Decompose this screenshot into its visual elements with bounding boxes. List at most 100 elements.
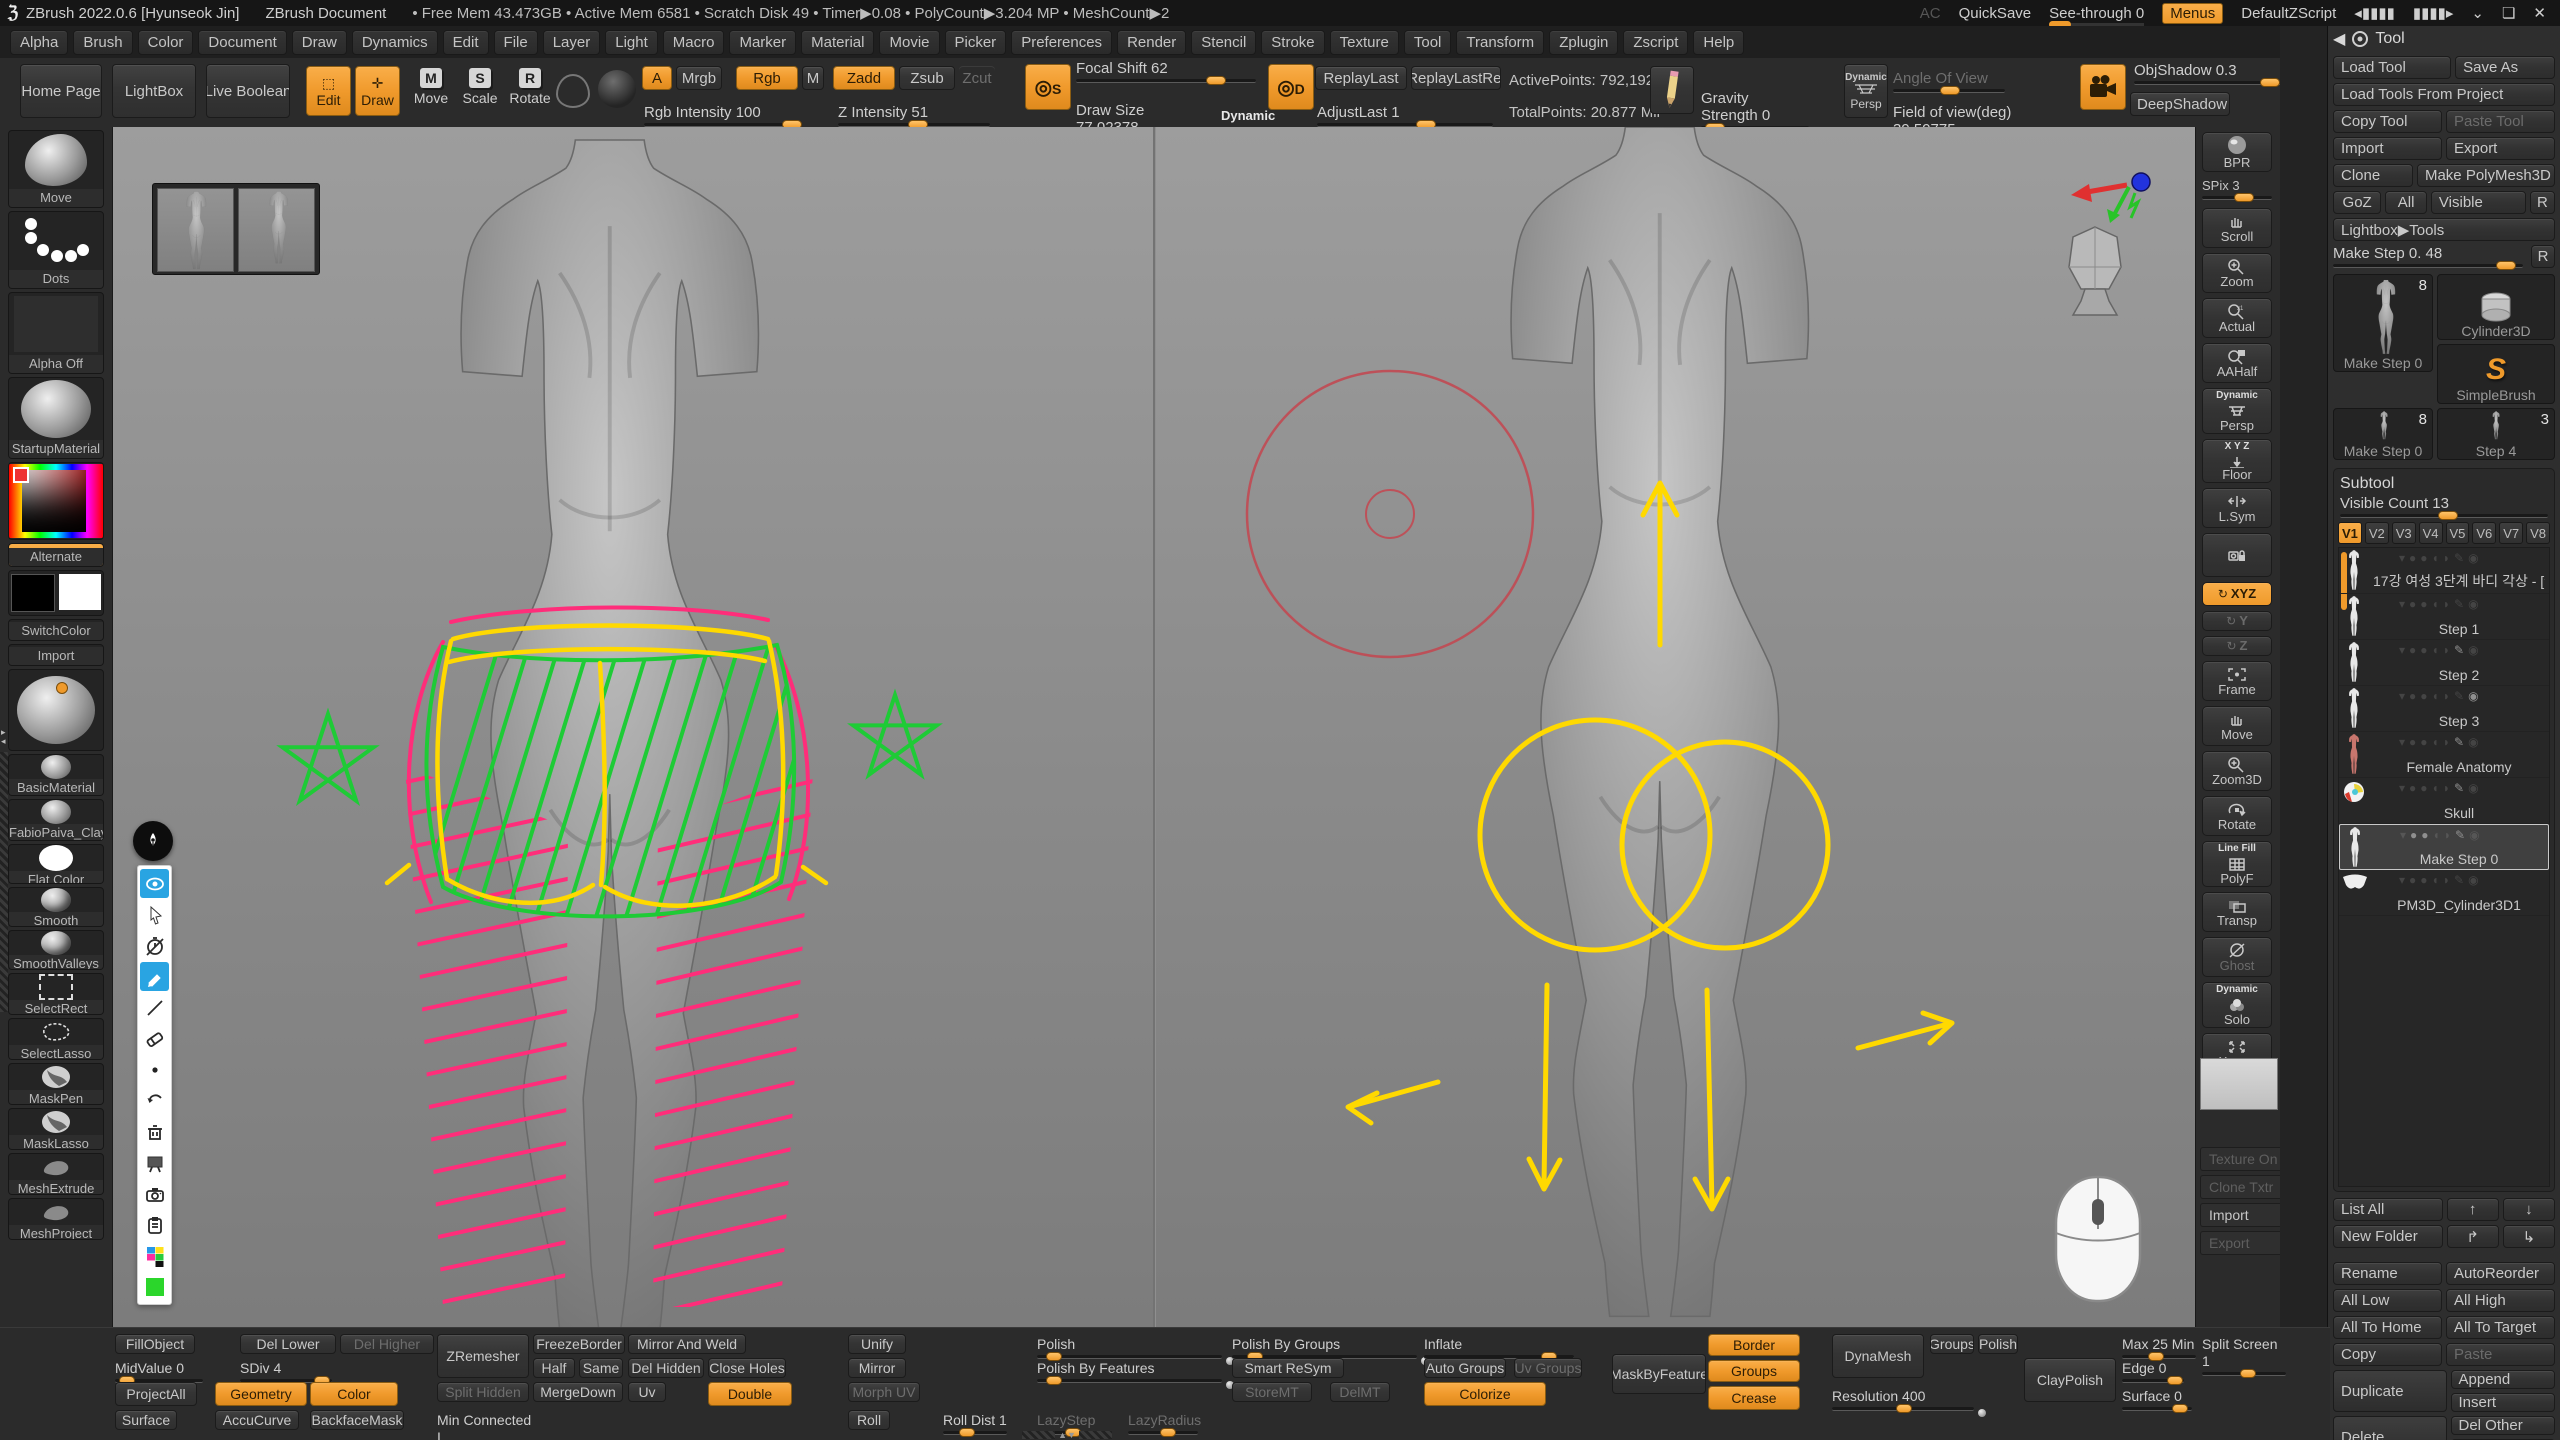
tray-item-move[interactable]: Move	[8, 130, 104, 208]
tray-item-selectlasso[interactable]: SelectLasso	[8, 1018, 104, 1060]
tray-item-picker[interactable]	[8, 462, 104, 540]
bottom-fillobject[interactable]: FillObject	[115, 1334, 195, 1354]
epicpen-cursor-tool[interactable]	[140, 900, 169, 929]
pencil-button[interactable]	[1650, 66, 1694, 114]
insert-button[interactable]: Insert	[2451, 1393, 2556, 1412]
rename-button[interactable]: Rename	[2333, 1262, 2442, 1285]
strip-button-scroll[interactable]: Scroll	[2202, 208, 2272, 248]
obj-shadow-slider[interactable]: ObjShadow 0.3	[2134, 62, 2284, 85]
bottom-half[interactable]: Half	[533, 1358, 575, 1378]
strip-slider-spix-3[interactable]: SPix 3	[2202, 177, 2272, 200]
tray-item-meshextrude[interactable]: MeshExtrude	[8, 1153, 104, 1195]
tray-item-fabiopaiva-clay2[interactable]: FabioPaiva_Clay2	[8, 799, 104, 841]
bottom-storemt[interactable]: StoreMT	[1232, 1382, 1312, 1402]
visible-count-slider[interactable]: Visible Count 13	[2340, 495, 2548, 518]
bottom-lazyradius[interactable]: LazyRadius	[1128, 1412, 1198, 1435]
quicksave-button[interactable]: QuickSave	[1959, 5, 2032, 22]
bottom-midvalue[interactable]: MidValue 0	[115, 1360, 203, 1383]
subtool-item[interactable]: ▾●●◖◗✎◉Step 2	[2339, 640, 2549, 686]
zcut-button[interactable]: Zcut	[959, 66, 995, 90]
bottom-claypolish[interactable]: ClayPolish	[2024, 1358, 2116, 1402]
bottom-projectall[interactable]: ProjectAll	[115, 1382, 197, 1406]
all-high-button[interactable]: All High	[2446, 1289, 2555, 1312]
delete-button[interactable]: Delete	[2333, 1416, 2447, 1440]
bottom-polish-sm[interactable]: Polish	[1978, 1334, 2018, 1354]
menu-movie[interactable]: Movie	[879, 30, 939, 55]
bottom-maskbyfeature[interactable]: MaskByFeature	[1612, 1354, 1706, 1394]
strip-button-aahalf[interactable]: AAHalf	[2202, 343, 2272, 383]
divider-right-icon[interactable]: ▮▮▮▮▸	[2413, 4, 2454, 22]
epicpen-color-tool[interactable]	[140, 1272, 169, 1301]
divider-left-icon[interactable]: ◂▮▮▮▮	[2354, 4, 2395, 22]
epicpen-line-tool[interactable]	[140, 993, 169, 1022]
bottom-surface0[interactable]: Surface 0	[2122, 1388, 2192, 1411]
bottom-edge[interactable]: Edge 0	[2122, 1360, 2184, 1383]
make-step-r-button[interactable]: R	[2531, 245, 2555, 268]
bottom-del-hidden[interactable]: Del Hidden	[628, 1358, 704, 1378]
strip-button-bpr[interactable]: BPR	[2202, 132, 2272, 172]
load-tool-button[interactable]: Load Tool	[2333, 56, 2451, 79]
tray-item-meshproject[interactable]: MeshProject	[8, 1198, 104, 1240]
strip-button-move[interactable]: Move	[2202, 706, 2272, 746]
bottom-uv[interactable]: Uv	[628, 1382, 666, 1402]
subtool-item[interactable]: ▾●●◖◗✎◉Step 3	[2339, 686, 2549, 732]
subtool-down-button[interactable]: ↓	[2503, 1198, 2555, 1221]
tool-item-simplebrush[interactable]: S SimpleBrush	[2437, 344, 2555, 404]
bottom-close-holes[interactable]: Close Holes	[708, 1358, 786, 1378]
navigator-panel[interactable]	[152, 183, 320, 275]
bottom-color[interactable]: Color	[310, 1382, 398, 1406]
gravity-strength-slider[interactable]: Gravity Strength 0	[1701, 90, 1809, 130]
new-folder-button[interactable]: New Folder	[2333, 1225, 2443, 1248]
menus-button[interactable]: Menus	[2162, 3, 2223, 24]
strip-button-frame[interactable]: Frame	[2202, 661, 2272, 701]
strip-button-persp[interactable]: DynamicPersp	[2202, 388, 2272, 434]
strip-button-transp[interactable]: Transp	[2202, 892, 2272, 932]
make-polymesh3d-button[interactable]: Make PolyMesh3D	[2417, 164, 2555, 187]
all-to-home-button[interactable]: All To Home	[2333, 1316, 2442, 1339]
edge-arrows[interactable]: ▸◂	[1, 728, 6, 746]
zsub-button[interactable]: Zsub	[899, 66, 955, 90]
bottom-split-screen[interactable]: Split Screen 1	[2202, 1336, 2286, 1376]
bottom-accucurve[interactable]: AccuCurve	[215, 1410, 299, 1430]
texture-off-icon[interactable]	[556, 74, 590, 108]
edge-scroll-handle[interactable]	[0, 752, 8, 1012]
bottom-zremesher[interactable]: ZRemesher	[437, 1334, 529, 1378]
save-as-button[interactable]: Save As	[2455, 56, 2555, 79]
epic-pen-launcher[interactable]	[133, 821, 173, 861]
list-all-button[interactable]: List All	[2333, 1198, 2443, 1221]
subtool-tab-v6[interactable]: V6	[2472, 522, 2496, 544]
draw-button[interactable]: ✛Draw	[355, 66, 400, 116]
tool-item-make-step[interactable]: 8 Make Step 0	[2333, 408, 2433, 460]
epicpen-trash-tool[interactable]	[140, 1117, 169, 1146]
live-boolean-button[interactable]: Live Boolean	[206, 64, 290, 118]
epicpen-camera-tool[interactable]	[140, 1179, 169, 1208]
strip-button-polyf[interactable]: Line FillPolyF	[2202, 841, 2272, 887]
bottom-dynamesh[interactable]: DynaMesh	[1832, 1334, 1924, 1378]
subtool-row-icons[interactable]: ▾●●◖◗✎◉	[2400, 828, 2484, 842]
bottom-roll[interactable]: Roll	[848, 1410, 890, 1430]
tray-item-smooth[interactable]: Smooth	[8, 887, 104, 927]
epicpen-eye-tool[interactable]	[140, 869, 169, 898]
default-zscript-button[interactable]: DefaultZScript	[2241, 5, 2336, 22]
movie-camera-button[interactable]	[2080, 64, 2126, 110]
see-through-slider[interactable]: See-through 0	[2049, 5, 2144, 22]
camera-bust-widget[interactable]	[2055, 223, 2135, 333]
scale-button[interactable]: SScale	[460, 68, 500, 106]
menu-zscript[interactable]: Zscript	[1623, 30, 1688, 55]
bottom-freezeborder[interactable]: FreezeBorder	[533, 1334, 625, 1354]
copy-subtool-button[interactable]: Copy	[2333, 1343, 2442, 1366]
tray-item-basicmaterial[interactable]: BasicMaterial	[8, 754, 104, 796]
z-intensity-slider[interactable]: Z Intensity 51	[838, 104, 990, 127]
subtool-row-icons[interactable]: ▾●●◖◗✎◉	[2399, 689, 2483, 703]
bottom-resolution[interactable]: Resolution 400	[1832, 1388, 1974, 1411]
subtool-row-icons[interactable]: ▾●●◖◗✎◉	[2399, 735, 2483, 749]
menu-alpha[interactable]: Alpha	[10, 30, 68, 55]
append-button[interactable]: Append	[2451, 1370, 2556, 1389]
bottom-del-lower[interactable]: Del Lower	[240, 1334, 336, 1354]
color-a-button[interactable]: A	[642, 66, 672, 90]
epicpen-clipboard-tool[interactable]	[140, 1210, 169, 1239]
tray-item-startupmaterial[interactable]: StartupMaterial	[8, 377, 104, 459]
zadd-button[interactable]: Zadd	[833, 66, 895, 90]
strip-button-zoom3d[interactable]: Zoom3D	[2202, 751, 2272, 791]
all-low-button[interactable]: All Low	[2333, 1289, 2442, 1312]
